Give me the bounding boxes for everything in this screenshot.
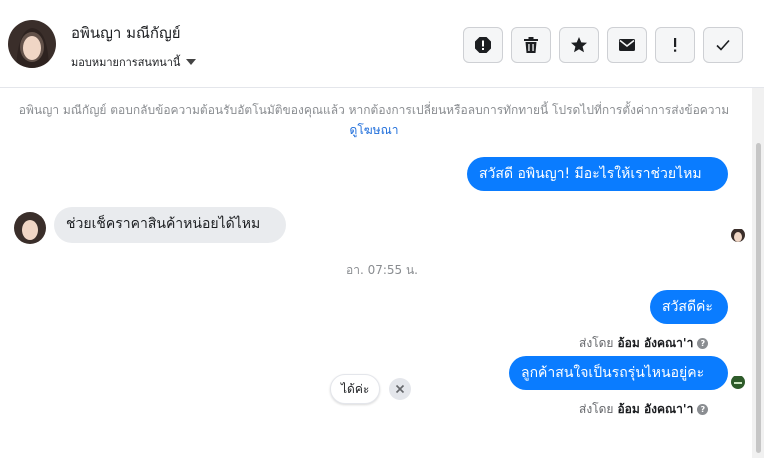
star-icon — [571, 37, 587, 53]
delete-button[interactable] — [511, 27, 551, 63]
message-bubble-outgoing[interactable]: ลูกค้าสนใจเป็นรถรุ่นไหนอยู่คะ — [509, 356, 728, 390]
follow-up-button[interactable] — [655, 27, 695, 63]
contact-name[interactable]: อพินญา มณีกัญย์ — [71, 21, 181, 45]
notice-text: อพินญา มณีกัญย์ ตอบกลับข้อความต้อนรับอัต… — [18, 103, 730, 117]
message-timestamp: อา. 07:55 น. — [346, 263, 418, 277]
sent-by-label: ส่งโดย อ้อม อังคณา'า ? — [579, 400, 709, 419]
message-bubble-outgoing[interactable]: สวัสดีค่ะ — [650, 290, 728, 324]
conversation-actions — [463, 27, 743, 63]
customer-avatar[interactable] — [14, 212, 46, 244]
assign-conversation-dropdown[interactable]: มอบหมายการสนทนานี้ — [71, 53, 197, 71]
assign-label: มอบหมายการสนทนานี้ — [71, 56, 181, 69]
sent-by-name: อ้อม อังคณา'า — [617, 402, 694, 416]
mark-unread-button[interactable] — [607, 27, 647, 63]
message-text: ช่วยเช็คราคาสินค้าหน่อยได้ไหม — [66, 216, 261, 232]
contact-avatar[interactable] — [8, 20, 56, 68]
sent-by-prefix: ส่งโดย — [579, 402, 614, 416]
trash-icon — [524, 37, 538, 53]
message-text: ลูกค้าสนใจเป็นรถรุ่นไหนอยู่คะ — [521, 365, 705, 381]
chevron-down-icon — [186, 59, 197, 65]
quick-reply-chip[interactable]: ได้ค่ะ — [330, 374, 381, 404]
sent-by-label: ส่งโดย อ้อม อังคณา'า ? — [579, 334, 709, 353]
report-spam-button[interactable] — [463, 27, 503, 63]
dismiss-quick-reply-button[interactable] — [389, 378, 411, 400]
report-spam-icon — [475, 37, 491, 53]
message-text: สวัสดี อพินญา! มีอะไรให้เราช่วยไหม — [479, 166, 702, 182]
close-icon — [395, 384, 405, 394]
seen-avatar — [731, 228, 745, 242]
star-button[interactable] — [559, 27, 599, 63]
help-icon[interactable]: ? — [697, 338, 709, 349]
checkmark-icon — [716, 39, 730, 51]
sent-by-name: อ้อม อังคณา'า — [617, 336, 694, 350]
auto-reply-notice: อพินญา มณีกัญย์ ตอบกลับข้อความต้อนรับอัต… — [14, 100, 734, 140]
sent-by-prefix: ส่งโดย — [579, 336, 614, 350]
message-text: สวัสดีค่ะ — [662, 299, 713, 315]
scrollbar-thumb[interactable] — [756, 143, 761, 453]
page-avatar — [731, 375, 745, 389]
view-ad-link[interactable]: ดูโฆษณา — [350, 123, 399, 137]
message-bubble-incoming[interactable]: ช่วยเช็คราคาสินค้าหน่อยได้ไหม — [54, 207, 286, 243]
envelope-icon — [619, 39, 635, 51]
mark-done-button[interactable] — [703, 27, 743, 63]
exclamation-icon — [674, 38, 677, 52]
help-icon[interactable]: ? — [697, 404, 709, 415]
conversation-header: อพินญา มณีกัญย์ มอบหมายการสนทนานี้ — [0, 0, 764, 88]
message-bubble-outgoing[interactable]: สวัสดี อพินญา! มีอะไรให้เราช่วยไหม — [467, 157, 728, 191]
